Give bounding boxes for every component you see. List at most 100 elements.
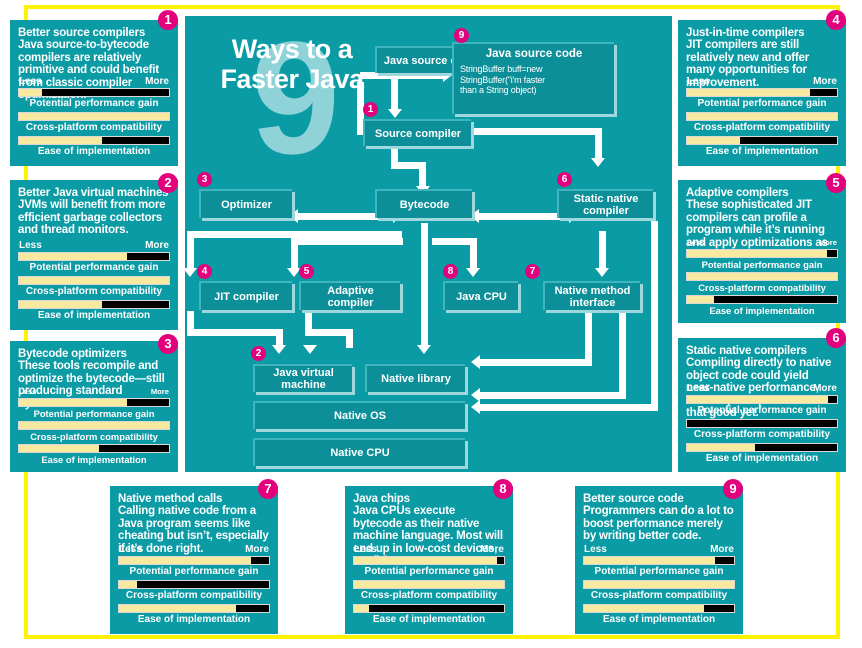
- panel-4-gain-label: Potential performance gain: [697, 98, 827, 109]
- panel-5-meters: Less More Potential performance gain Cro…: [686, 237, 838, 318]
- gain-fill: [19, 253, 127, 260]
- panel-8: Java chips Java CPUs execute bytecode as…: [345, 486, 513, 634]
- panel-8-gain-label: Potential performance gain: [364, 566, 494, 577]
- panel-3-ease-label: Ease of implementation: [41, 454, 147, 465]
- panel-8-ease-bar: [353, 604, 505, 613]
- box-bytecode: Bytecode: [375, 189, 472, 218]
- panel-1-gain-label: Potential performance gain: [29, 98, 159, 109]
- panel-3-gain-label: Potential performance gain: [33, 408, 155, 419]
- code-line-3: than a String object): [460, 85, 537, 95]
- compat-fill: [119, 581, 137, 588]
- compat-fill: [687, 273, 837, 280]
- connector-jit-jvm-h: [187, 329, 283, 336]
- panel-7: Native method calls Calling native code …: [110, 486, 278, 634]
- panel-6-ease-label: Ease of implementation: [705, 453, 819, 464]
- panel-2-title: Better Java virtual machines: [18, 187, 169, 199]
- ease-fill: [19, 301, 102, 308]
- infographic-root: 9 Ways to a Faster Java Java source code…: [0, 0, 862, 648]
- panel-1-compat-label: Cross-platform compatibility: [25, 122, 163, 133]
- arrowhead-javacpu: [466, 268, 480, 277]
- diagram-badge-7: 7: [525, 264, 540, 279]
- panel-1-compat-bar: [18, 112, 170, 121]
- connector-nmi-lib-v: [585, 311, 592, 366]
- panel-8-ease-label: Ease of implementation: [372, 614, 486, 625]
- box-adaptive-compiler: Adaptive compiler: [299, 281, 400, 310]
- ease-fill: [584, 605, 704, 612]
- arrowhead-native-library: [471, 355, 480, 369]
- diagram-badge-9: 9: [454, 28, 469, 43]
- connector-source-down: [391, 79, 398, 112]
- box-java-virtual-machine: Java virtual machine: [253, 364, 352, 392]
- panel-7-meters: Less More Potential performance gain Cro…: [118, 544, 270, 628]
- panel-5-compat-label: Cross-platform compatibility: [698, 282, 826, 293]
- panel-3-compat-bar: [18, 421, 170, 430]
- panel-4-compat-bar: [686, 112, 838, 121]
- panel-9-ease-bar: [583, 604, 735, 613]
- panel-1-scale: Less More: [18, 76, 170, 88]
- connector-bytecode-in-v: [419, 162, 426, 189]
- box-java-source-code-sample: Java source code StringBuffer buff=new S…: [452, 42, 614, 114]
- panel-2-ease-bar: [18, 300, 170, 309]
- arrowhead-jvm-left: [272, 345, 286, 354]
- panel-7-gain-bar: [118, 556, 270, 565]
- code-line-2: StringBuffer("i'm faster: [460, 74, 545, 85]
- panel-8-compat-label: Cross-platform compatibility: [360, 590, 498, 601]
- gain-fill: [354, 557, 497, 564]
- diagram-badge-5: 5: [299, 264, 314, 279]
- scale-less-label: Less: [687, 76, 710, 87]
- panel-1: Better source compilers Java source-to-b…: [10, 20, 178, 166]
- diagram-badge-2: 2: [251, 346, 266, 361]
- box-java-cpu: Java CPU: [443, 281, 518, 310]
- compat-fill: [584, 581, 734, 588]
- panel-9: Better source code Programmers can do a …: [575, 486, 743, 634]
- ease-fill: [119, 605, 236, 612]
- connector-code-branch-v: [595, 128, 602, 161]
- diagram-badge-1: 1: [363, 102, 378, 117]
- compat-fill: [354, 581, 504, 588]
- ease-fill: [19, 137, 102, 144]
- panel-9-compat-bar: [583, 580, 735, 589]
- panel-6-meters: Less More Potential performance gain Cro…: [686, 383, 838, 467]
- panel-4-ease-label: Ease of implementation: [705, 146, 819, 157]
- ease-fill: [687, 444, 755, 451]
- panel-9-gain-bar: [583, 556, 735, 565]
- arrowhead-jvm-mid: [303, 345, 317, 354]
- panel-2: Better Java virtual machines JVMs will b…: [10, 180, 178, 330]
- panel-5-ease-label: Ease of implementation: [709, 305, 815, 316]
- diagram-badge-8: 8: [443, 264, 458, 279]
- panel-9-badge: 9: [723, 479, 743, 499]
- panel-3-ease-bar: [18, 444, 170, 453]
- scale-less-label: Less: [354, 544, 377, 555]
- diagram-badge-6: 6: [557, 172, 572, 187]
- connector-nmi-lib-h: [477, 359, 592, 366]
- panel-3-scale: Less More: [18, 386, 170, 398]
- scale-less-label: Less: [687, 383, 710, 394]
- connector-javacpu-os-v: [651, 221, 658, 411]
- connector-bytecode-adaptive-h: [291, 238, 403, 245]
- compat-fill: [687, 113, 837, 120]
- panel-4-scale: Less More: [686, 76, 838, 88]
- panel-5-ease-bar: [686, 295, 838, 304]
- panel-5-scale: Less More: [686, 237, 838, 249]
- scale-more-label: More: [245, 544, 269, 555]
- connector-bytecode-adaptive-v: [291, 238, 298, 271]
- compat-fill: [19, 113, 169, 120]
- compat-fill: [19, 277, 169, 284]
- connector-bytecode-jit-v: [187, 231, 194, 271]
- panel-3-badge: 3: [158, 334, 178, 354]
- connector-source-to-code: [360, 72, 445, 79]
- panel-3: Bytecode optimizers These tools recompil…: [10, 341, 178, 472]
- ease-fill: [687, 137, 740, 144]
- panel-5-gain-bar: [686, 249, 838, 258]
- connector-bytecode-javacpu-v: [470, 238, 477, 271]
- central-diagram: 9 Ways to a Faster Java Java source code…: [183, 16, 672, 472]
- panel-7-ease-label: Ease of implementation: [137, 614, 251, 625]
- panel-4-meters: Less More Potential performance gain Cro…: [686, 76, 838, 160]
- panel-2-gain-bar: [18, 252, 170, 261]
- panel-5-compat-bar: [686, 272, 838, 281]
- panel-3-meters: Less More Potential performance gain Cro…: [18, 386, 170, 467]
- panel-9-scale: Less More: [583, 544, 735, 556]
- panel-9-body: Programmers can do a lot to boost perfor…: [583, 505, 734, 543]
- scale-more-label: More: [813, 383, 837, 394]
- panel-2-meters: Less More Potential performance gain Cro…: [18, 240, 170, 324]
